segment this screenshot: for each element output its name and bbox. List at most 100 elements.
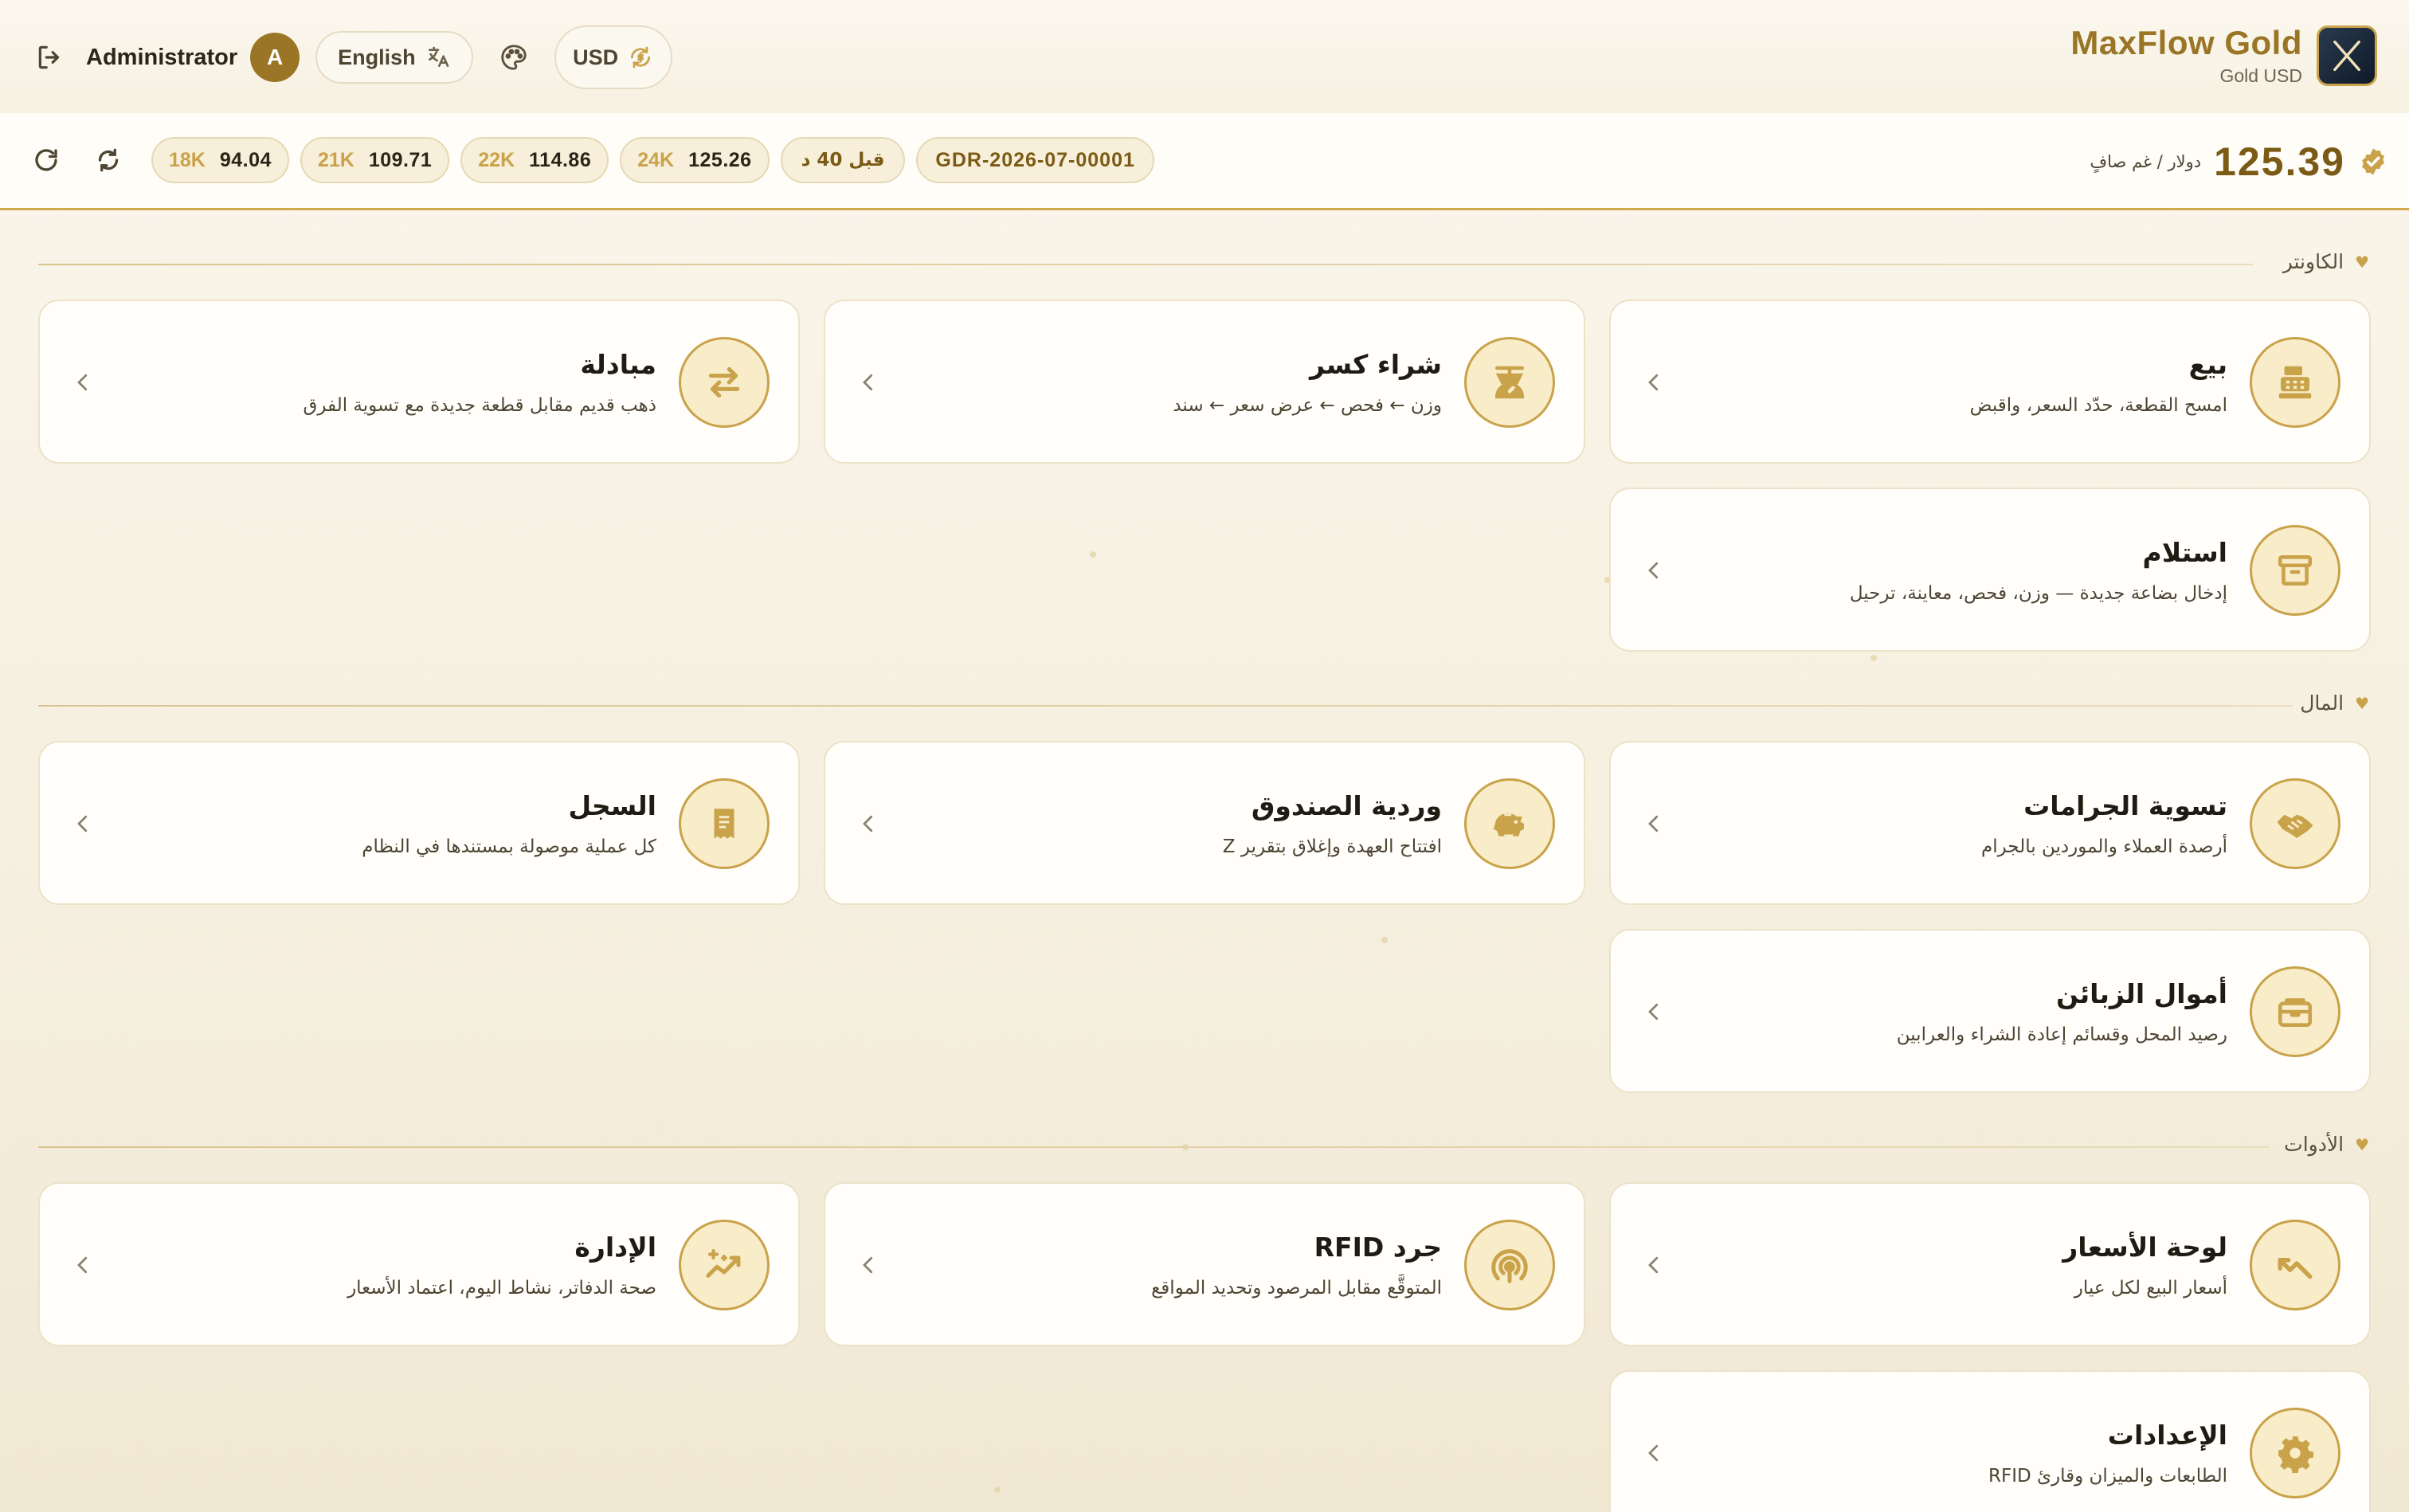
section-title-counter: الكاونتر ♥ xyxy=(2283,250,2369,273)
karat-chip-24k[interactable]: 24K 125.26 xyxy=(620,137,770,183)
heart-icon: ♥ xyxy=(2355,1134,2369,1154)
brand-subtitle: Gold USD xyxy=(2219,65,2302,86)
price-unit: دولار / غم صافٍ xyxy=(2090,152,2202,171)
card-description: أسعار البيع لكل عيار xyxy=(2074,1278,2227,1299)
card-description: المتوقَّع مقابل المرصود وتحديد المواقع xyxy=(1151,1278,1442,1299)
rfid-icon xyxy=(1464,1220,1555,1310)
currency-label: USD xyxy=(573,45,619,69)
heart-icon: ♥ xyxy=(2355,693,2369,713)
card-description: الطابعات والميزان وقارئ RFID xyxy=(1988,1466,2227,1487)
receipt-icon xyxy=(679,778,770,869)
card-description: صحة الدفاتر، نشاط اليوم، اعتماد الأسعار xyxy=(347,1278,656,1299)
language-label: English xyxy=(338,45,416,69)
decor-sparkle xyxy=(1090,551,1096,558)
card-title: السجل xyxy=(568,790,656,821)
card-description: امسح القطعة، حدّد السعر، واقبض xyxy=(1969,395,2227,416)
card-exchange[interactable]: مبادلة ذهب قديم مقابل قطعة جديدة مع تسوي… xyxy=(38,300,800,464)
karat-chip-21k[interactable]: 21K 109.71 xyxy=(300,137,450,183)
card-description: افتتاح العهدة وإغلاق بتقرير Z xyxy=(1222,836,1442,857)
card-customer-funds[interactable]: أموال الزبائن رصيد المحل وقسائم إعادة ال… xyxy=(1609,929,2371,1093)
document-ref-badge[interactable]: GDR-2026-07-00001 xyxy=(916,137,1154,183)
trend-icon xyxy=(2250,1220,2340,1310)
card-price-board[interactable]: لوحة الأسعار أسعار البيع لكل عيار xyxy=(1609,1182,2371,1346)
decor-sparkle xyxy=(1381,937,1388,943)
verified-badge-icon xyxy=(2362,148,2384,175)
section-title-text: المال xyxy=(2300,691,2344,715)
card-rfid-inventory[interactable]: جرد RFID المتوقَّع مقابل المرصود وتحديد … xyxy=(824,1182,1585,1346)
karat-chip-22k[interactable]: 22K 114.86 xyxy=(460,137,609,183)
card-title: استلام xyxy=(2142,537,2227,568)
chevron-left-icon xyxy=(852,366,884,398)
karat-label: 21K xyxy=(317,148,354,171)
card-title: شراء كسر xyxy=(1310,349,1442,380)
section-divider xyxy=(38,264,2253,265)
avatar[interactable]: A xyxy=(250,33,300,82)
refresh-button[interactable] xyxy=(27,141,65,179)
handshake-icon xyxy=(2250,778,2340,869)
top-bar: Administrator A English USD MaxFlow Gold… xyxy=(0,0,2409,113)
brand-logo-icon xyxy=(2317,25,2377,86)
sparkle-chart-icon xyxy=(679,1220,770,1310)
heart-icon: ♥ xyxy=(2355,252,2369,272)
card-description: أرصدة العملاء والموردين بالجرام xyxy=(1981,836,2227,857)
card-receive[interactable]: استلام إدخال بضاعة جديدة — وزن، فحص، معا… xyxy=(1609,488,2371,652)
card-title: لوحة الأسعار xyxy=(2062,1232,2227,1263)
logout-button[interactable] xyxy=(30,37,70,77)
section-title-text: الكاونتر xyxy=(2282,250,2344,273)
logout-icon xyxy=(38,45,60,69)
sync-icon xyxy=(98,148,119,172)
gear-icon xyxy=(2250,1408,2340,1498)
card-title: الإعدادات xyxy=(2107,1420,2227,1451)
card-title: الإدارة xyxy=(574,1232,656,1263)
refresh-icon xyxy=(35,149,57,171)
sync-button[interactable] xyxy=(89,141,127,179)
section-divider xyxy=(38,1146,2269,1148)
card-description: كل عملية موصولة بمستندها في النظام xyxy=(362,836,656,857)
card-cash-shift[interactable]: وردية الصندوق افتتاح العهدة وإغلاق بتقري… xyxy=(824,741,1585,905)
card-title: بيع xyxy=(2188,349,2227,380)
card-description: وزن ← فحص ← عرض سعر ← سند xyxy=(1173,395,1442,416)
chevron-left-icon xyxy=(1638,554,1670,586)
chevron-left-icon xyxy=(1638,808,1670,840)
card-description: ذهب قديم مقابل قطعة جديدة مع تسوية الفرق xyxy=(303,395,656,416)
karat-label: 22K xyxy=(478,148,515,171)
card-ledger[interactable]: السجل كل عملية موصولة بمستندها في النظام xyxy=(38,741,800,905)
currency-button[interactable]: USD xyxy=(554,25,672,89)
cash-register-icon xyxy=(2250,337,2340,428)
user-name: Administrator xyxy=(86,44,238,70)
chevron-left-icon xyxy=(67,1249,99,1281)
card-title: تسوية الجرامات xyxy=(2023,790,2227,821)
karat-price: 125.26 xyxy=(688,148,752,171)
piggy-bank-icon xyxy=(1464,778,1555,869)
currency-exchange-icon xyxy=(631,46,651,69)
language-button[interactable]: English xyxy=(315,31,473,84)
brand: MaxFlow Gold Gold USD xyxy=(2070,24,2377,87)
translate-icon xyxy=(428,46,449,67)
card-sell[interactable]: بيع امسح القطعة، حدّد السعر، واقبض xyxy=(1609,300,2371,464)
price-ticker: 18K 94.04 21K 109.71 22K 114.86 24K 125.… xyxy=(0,113,2409,210)
chevron-left-icon xyxy=(1638,996,1670,1028)
section-title-money: المال ♥ xyxy=(2300,691,2369,715)
card-description: رصيد المحل وقسائم إعادة الشراء والعرابين xyxy=(1896,1024,2227,1045)
current-price: دولار / غم صافٍ 125.39 xyxy=(2090,134,2388,190)
exchange-icon xyxy=(679,337,770,428)
karat-chip-18k[interactable]: 18K 94.04 xyxy=(151,137,289,183)
card-description: إدخال بضاعة جديدة — وزن، فحص، معاينة، تر… xyxy=(1849,583,2227,604)
section-title-text: الأدوات xyxy=(2284,1133,2344,1156)
card-gram-settlement[interactable]: تسوية الجرامات أرصدة العملاء والموردين ب… xyxy=(1609,741,2371,905)
top-bar-controls: Administrator A English USD xyxy=(30,25,672,89)
card-administration[interactable]: الإدارة صحة الدفاتر، نشاط اليوم، اعتماد … xyxy=(38,1182,800,1346)
chevron-left-icon xyxy=(67,366,99,398)
card-settings[interactable]: الإعدادات الطابعات والميزان وقارئ RFID xyxy=(1609,1370,2371,1512)
decor-sparkle xyxy=(1870,655,1877,661)
karat-price: 114.86 xyxy=(529,148,592,171)
archive-box-icon xyxy=(2250,525,2340,616)
card-title: جرد RFID xyxy=(1314,1232,1442,1263)
brand-title: MaxFlow Gold xyxy=(2070,24,2302,61)
card-buy-scrap[interactable]: شراء كسر وزن ← فحص ← عرض سعر ← سند xyxy=(824,300,1585,464)
chevron-left-icon xyxy=(1638,366,1670,398)
chevron-left-icon xyxy=(1638,1437,1670,1469)
theme-button[interactable] xyxy=(494,37,534,77)
chevron-left-icon xyxy=(852,808,884,840)
chevron-left-icon xyxy=(1638,1249,1670,1281)
